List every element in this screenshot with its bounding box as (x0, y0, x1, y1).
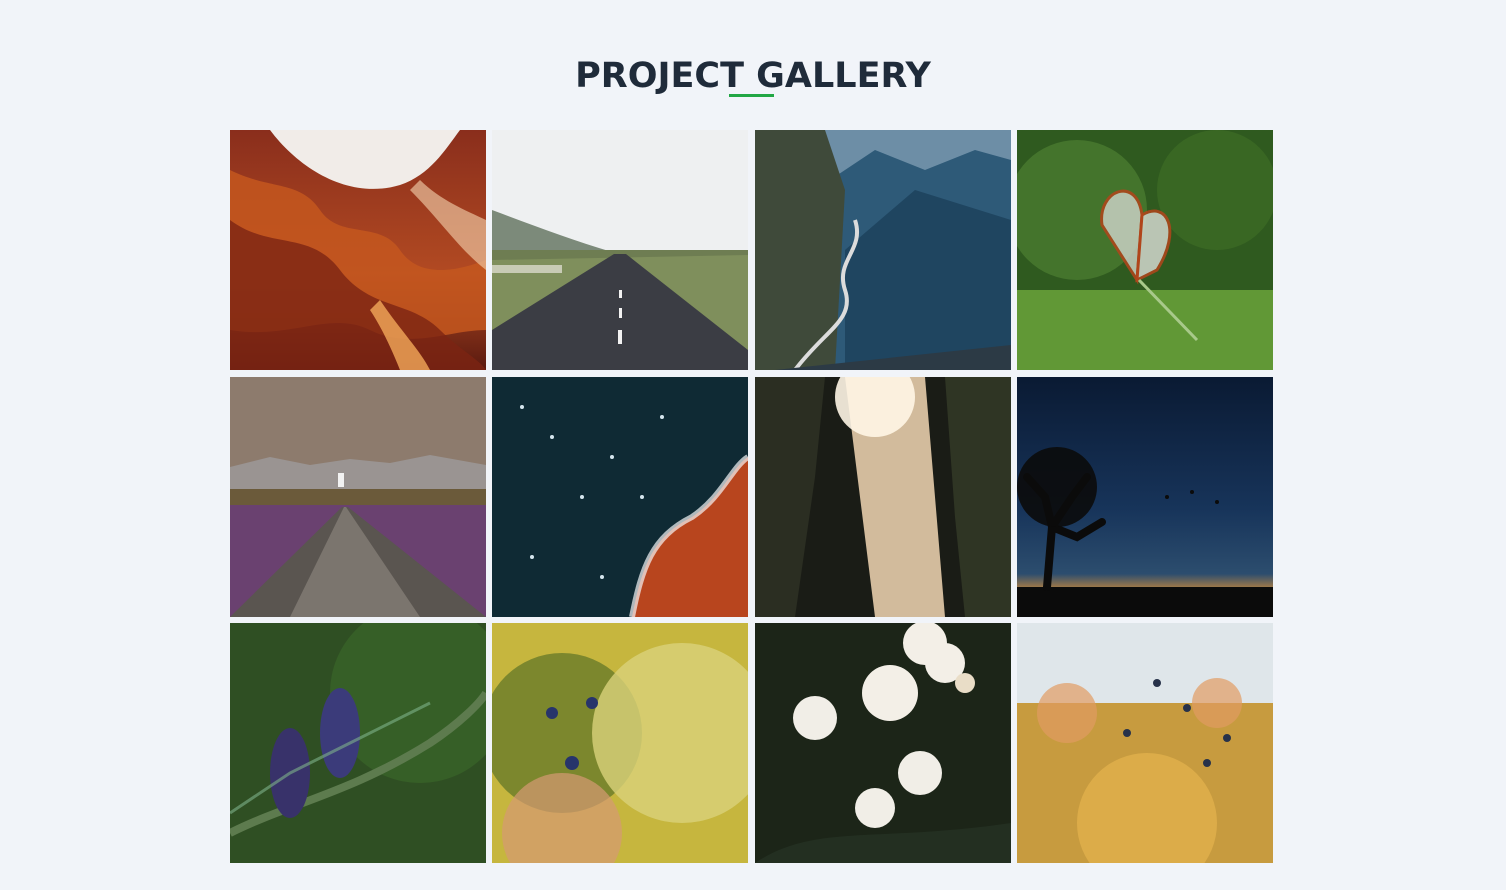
gallery-item-white-roses[interactable] (754, 623, 1011, 863)
canyon-image (230, 130, 486, 370)
forest-sunbeam-image (754, 376, 1011, 617)
pine-cones-image (230, 623, 486, 863)
gallery-grid (230, 130, 1273, 863)
gallery-item-tree-sunset[interactable] (1016, 376, 1273, 617)
blueberry-bush-image (492, 623, 749, 863)
gallery-item-road[interactable] (492, 130, 749, 370)
butterfly-image (1016, 130, 1273, 370)
white-roses-image (754, 623, 1011, 863)
aerial-coast-image (492, 376, 749, 617)
lavender-road-image (230, 376, 486, 617)
gallery-item-aerial-coast[interactable] (492, 376, 749, 617)
page-title: PROJECT GALLERY (575, 56, 931, 97)
tree-sunset-image (1016, 376, 1273, 617)
mountain-pass-image (754, 130, 1011, 370)
gallery-item-canyon[interactable] (230, 130, 486, 370)
berry-shrubs-image (1016, 623, 1273, 863)
gallery-item-blueberry-bush[interactable] (492, 623, 749, 863)
gallery-item-berry-shrubs[interactable] (1016, 623, 1273, 863)
road-image (492, 130, 749, 370)
gallery-item-mountain-pass[interactable] (754, 130, 1011, 370)
gallery-item-forest-sunbeam[interactable] (754, 376, 1011, 617)
gallery-item-butterfly[interactable] (1016, 130, 1273, 370)
title-underline (729, 94, 774, 97)
gallery-item-lavender-road[interactable] (230, 376, 486, 617)
gallery-item-pine-cones[interactable] (230, 623, 486, 863)
gallery-page: PROJECT GALLERY (0, 0, 1506, 890)
